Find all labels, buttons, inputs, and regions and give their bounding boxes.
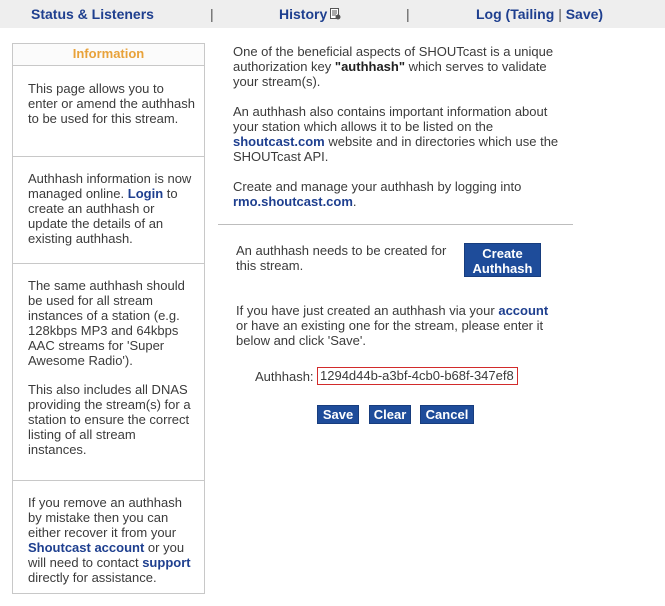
- cancel-button[interactable]: Cancel: [420, 405, 474, 424]
- information-panel: Information This page allows you to ente…: [12, 43, 205, 594]
- nav-log-link[interactable]: Log: [476, 6, 502, 22]
- manage-paragraph: Create and manage your authhash by loggi…: [233, 179, 573, 209]
- paren-close: ): [598, 6, 604, 22]
- manage-text-pre: Create and manage your authhash by loggi…: [233, 179, 522, 194]
- dnas-text: This also includes all DNAS providing th…: [28, 382, 191, 457]
- existing-text-pre: If you have just created an authhash via…: [236, 303, 495, 318]
- history-icon: [330, 7, 341, 20]
- top-navigation-bar: Status & Listeners | History | Log (Tail…: [0, 0, 665, 28]
- account-link[interactable]: account: [498, 303, 548, 318]
- shoutcast-account-link[interactable]: Shoutcast account: [28, 540, 144, 555]
- intro-paragraph: One of the beneficial aspects of SHOUTca…: [233, 44, 573, 89]
- recovery-text: If you remove an authhash by mistake the…: [28, 495, 196, 585]
- shoutcast-com-link[interactable]: shoutcast.com: [233, 134, 325, 149]
- info-block-intro: This page allows you to enter or amend t…: [13, 65, 204, 157]
- info-block-shared-authhash: The same authhash should be used for all…: [13, 263, 204, 481]
- info-block-login: Authhash information is now managed onli…: [13, 156, 204, 264]
- recovery-text-post: directly for assistance.: [28, 570, 157, 585]
- authhash-keyword: "authhash": [334, 59, 406, 74]
- create-authhash-button[interactable]: Create Authhash: [464, 243, 541, 277]
- authhash-label: Authhash:: [255, 369, 314, 384]
- info-block-login-text: Authhash information is now managed onli…: [28, 171, 196, 246]
- manage-text-post: .: [352, 194, 357, 209]
- nav-status-listeners-link[interactable]: Status & Listeners: [31, 6, 154, 22]
- login-link[interactable]: Login: [128, 186, 163, 201]
- info-block-recovery: If you remove an authhash by mistake the…: [13, 480, 204, 593]
- nav-save-link[interactable]: Save: [566, 6, 599, 22]
- nav-history-label: History: [279, 6, 328, 22]
- nav-separator: |: [406, 6, 410, 22]
- recovery-text-pre: If you remove an authhash by mistake the…: [28, 495, 182, 540]
- existing-text-post: or have an existing one for the stream, …: [236, 318, 544, 348]
- info-block-intro-text: This page allows you to enter or amend t…: [28, 81, 195, 126]
- save-button[interactable]: Save: [317, 405, 359, 424]
- shared-authhash-text: The same authhash should be used for all…: [28, 278, 185, 368]
- authhash-input[interactable]: 1294d44b-a3bf-4cb0-b68f-347ef8: [317, 367, 518, 385]
- authhash-info-pre: An authhash also contains important info…: [233, 104, 548, 134]
- nav-separator: |: [210, 6, 214, 22]
- nav-log-group: Log (Tailing | Save): [476, 6, 603, 22]
- authhash-info-paragraph: An authhash also contains important info…: [233, 104, 573, 164]
- nav-tailing-link[interactable]: Tailing: [510, 6, 554, 22]
- clear-button[interactable]: Clear: [369, 405, 411, 424]
- nav-history-link[interactable]: History: [279, 6, 341, 22]
- section-divider: [218, 224, 573, 225]
- rmo-shoutcast-link[interactable]: rmo.shoutcast.com: [233, 194, 353, 209]
- information-title: Information: [13, 44, 204, 66]
- create-authhash-message: An authhash needs to be created for this…: [236, 243, 447, 273]
- existing-authhash-paragraph: If you have just created an authhash via…: [236, 303, 556, 348]
- nav-inner-separator: |: [558, 6, 562, 22]
- support-link[interactable]: support: [142, 555, 190, 570]
